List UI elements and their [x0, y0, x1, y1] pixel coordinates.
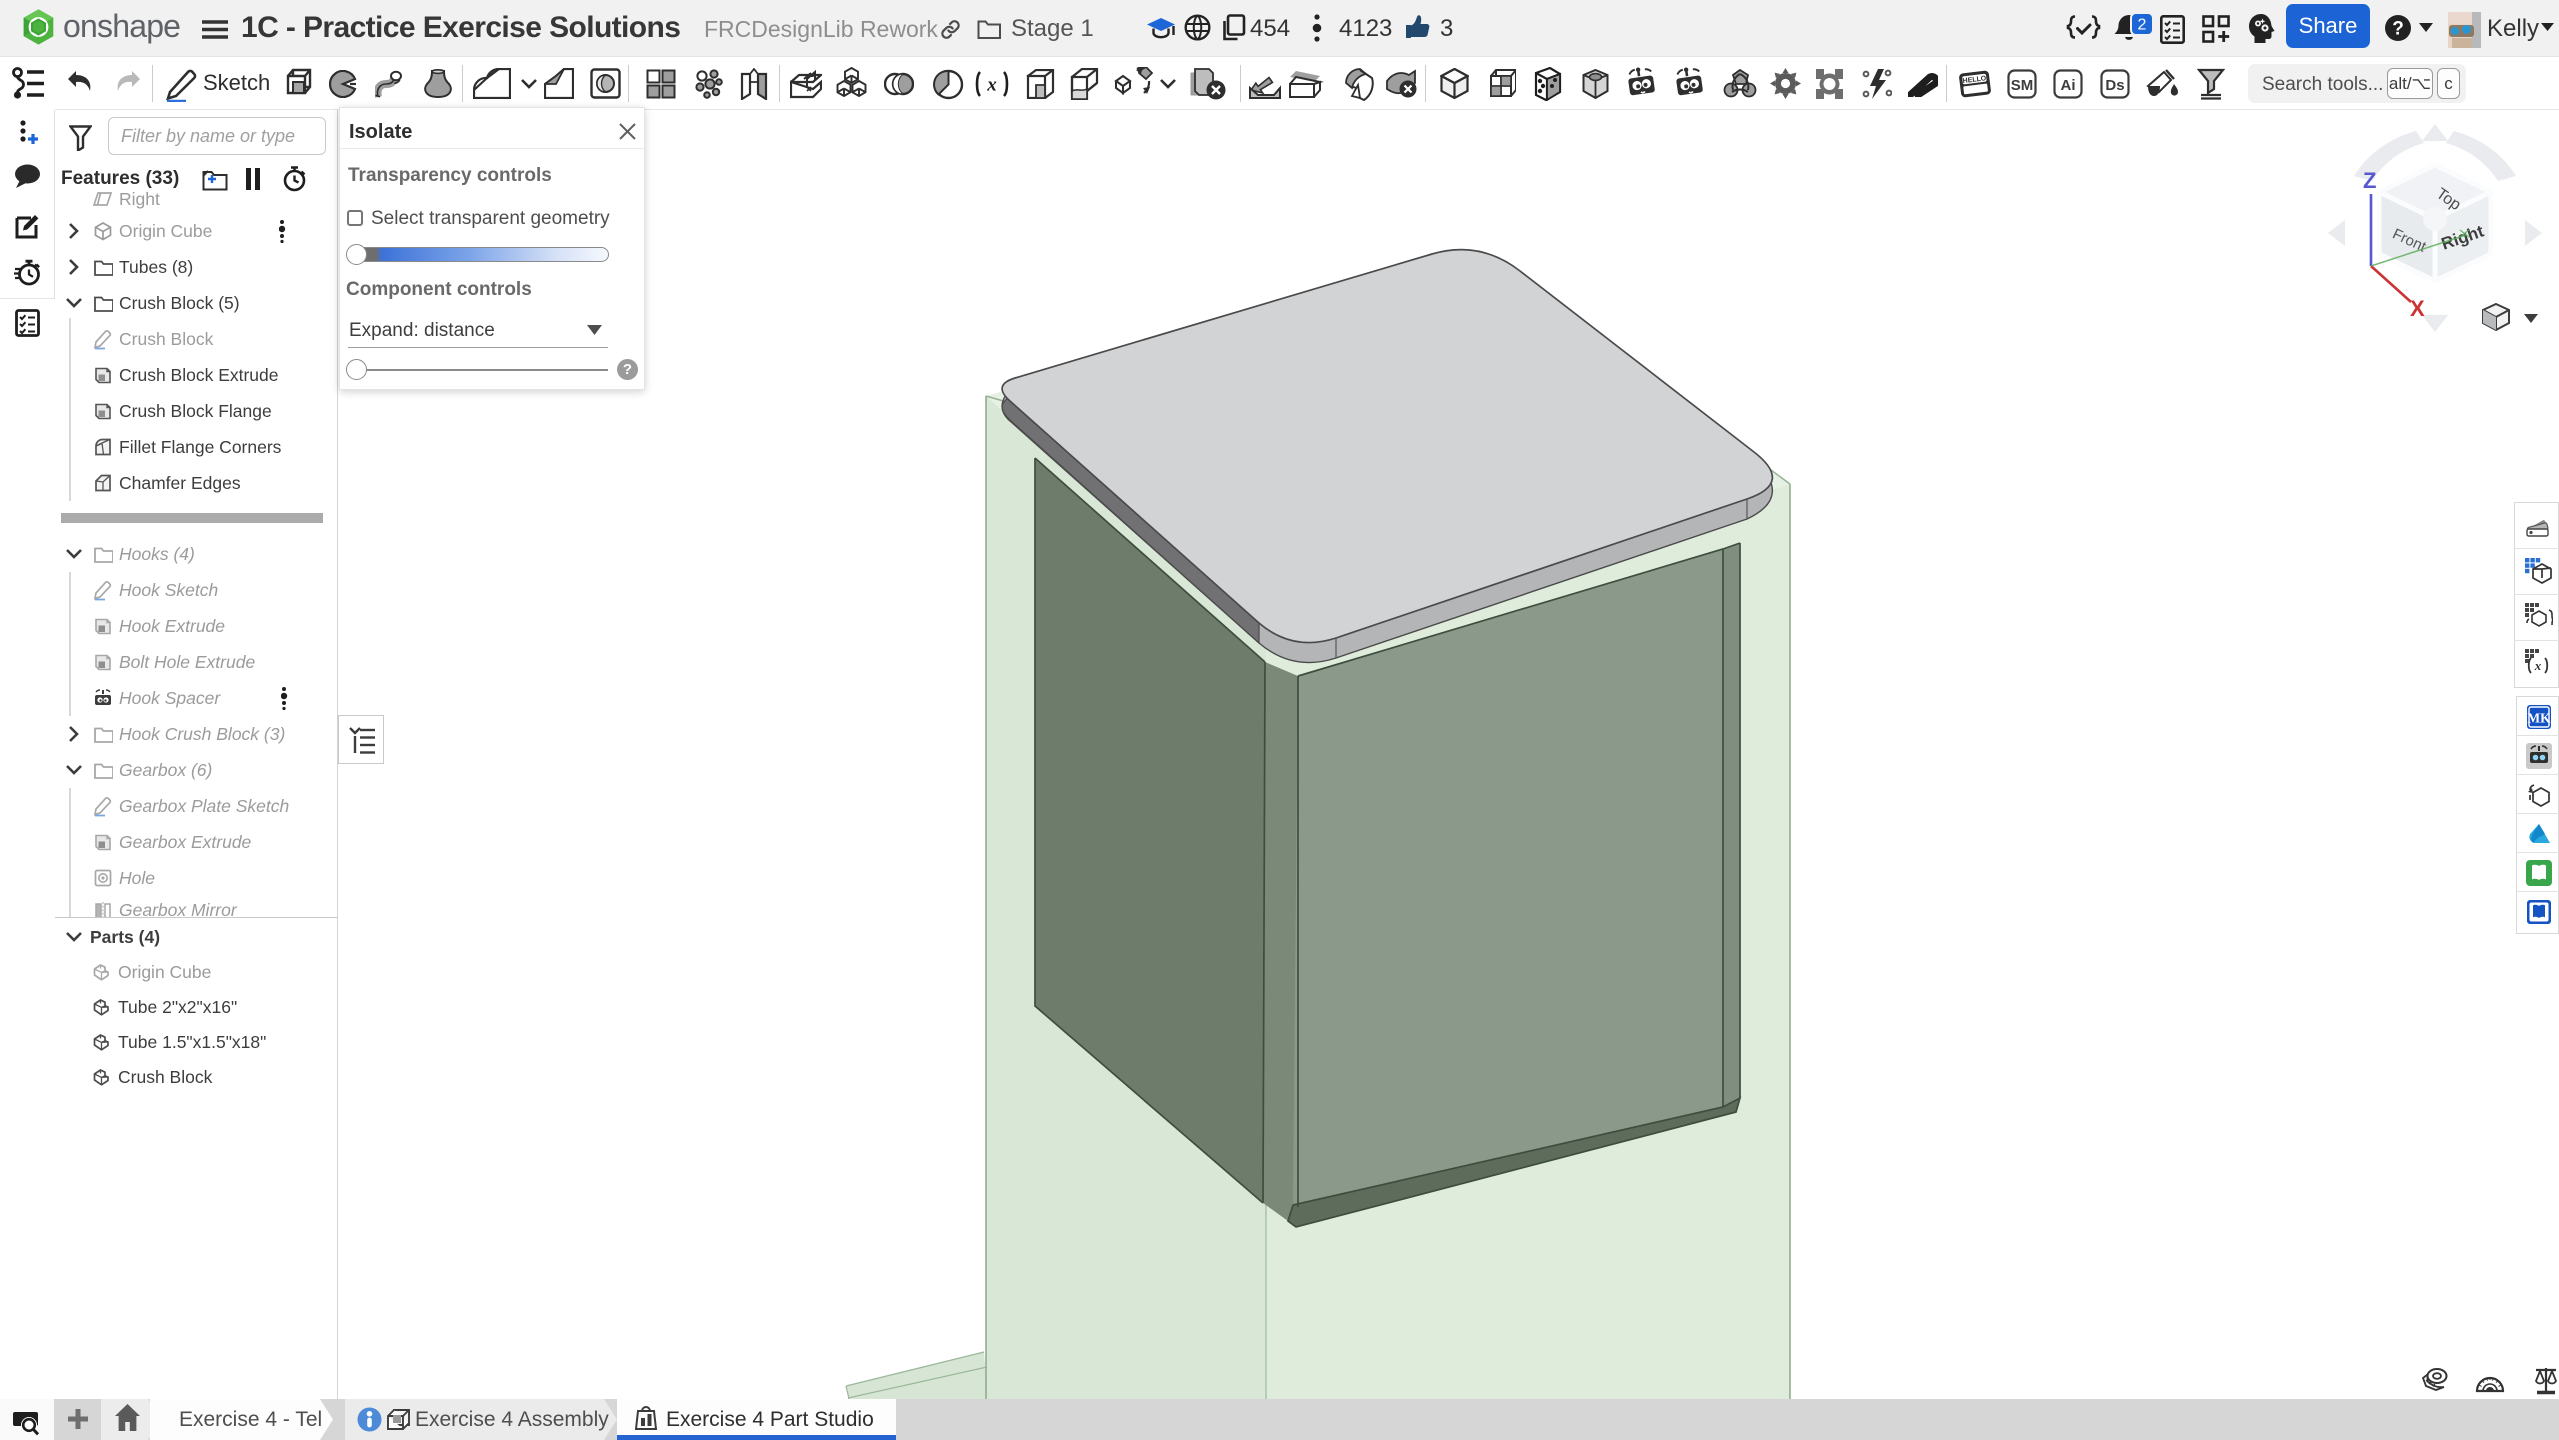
svg-text:X: X [2410, 296, 2425, 321]
svg-text:Z: Z [2363, 168, 2376, 193]
svg-text:SM: SM [2011, 77, 2034, 94]
svg-text:?: ? [2392, 19, 2404, 40]
svg-text:MK: MK [2527, 711, 2551, 726]
svg-text:Ds: Ds [2105, 77, 2124, 94]
svg-text:2: 2 [2138, 17, 2147, 34]
svg-text:Ai: Ai [2061, 77, 2076, 94]
svg-text:x: x [986, 75, 997, 96]
svg-text:x: x [2534, 658, 2542, 673]
